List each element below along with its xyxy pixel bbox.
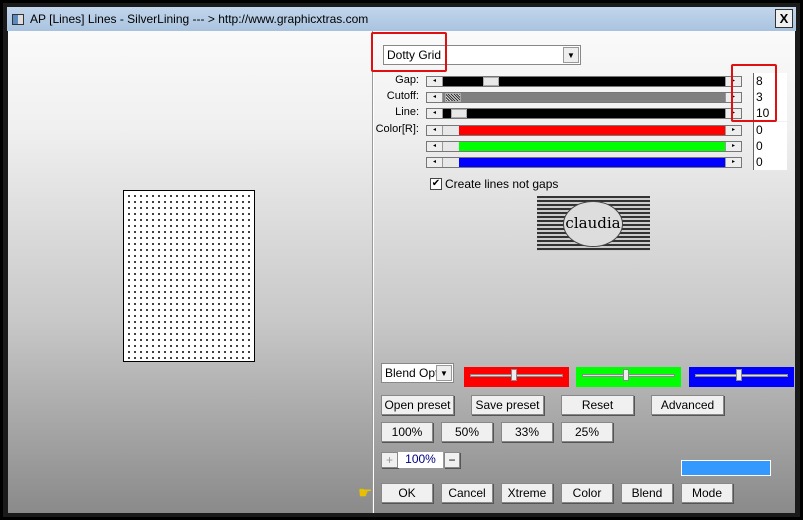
slider-value-input[interactable]: 0: [753, 121, 787, 138]
slider-fill: [443, 125, 725, 135]
zoom-100-button[interactable]: 100%: [381, 422, 433, 442]
slider-track[interactable]: ◂ ▸: [426, 108, 742, 120]
highlight-box: [371, 32, 447, 72]
slider-thumb[interactable]: [445, 93, 461, 103]
save-preset-button[interactable]: Save preset: [471, 395, 544, 415]
zoom-25-button[interactable]: 25%: [561, 422, 613, 442]
slider-label: Cutoff:: [386, 90, 419, 103]
arrow-left-icon[interactable]: ◂: [427, 125, 443, 135]
highlight-box: [731, 64, 777, 122]
blend-dropdown[interactable]: Blend Opti ▼: [381, 363, 454, 383]
slider-track[interactable]: ◂ ▸: [426, 92, 742, 104]
slider-label: Color[R]:: [375, 122, 419, 135]
slider-fill: [443, 77, 725, 86]
cancel-button[interactable]: Cancel: [441, 483, 493, 503]
slider-fill: [443, 93, 725, 103]
slider-track[interactable]: ◂ ▸: [426, 124, 742, 136]
slider-label: Gap:: [395, 74, 419, 86]
zoom-input[interactable]: 100%: [398, 452, 443, 468]
preview-image: [123, 190, 255, 362]
arrow-left-icon[interactable]: ◂: [427, 93, 443, 103]
slider-fill: [443, 141, 725, 151]
title-bar: AP [Lines] Lines - SilverLining --- > ht…: [7, 7, 796, 31]
arrow-right-icon[interactable]: ▸: [725, 158, 741, 167]
slider-value-input[interactable]: 0: [753, 154, 787, 170]
chevron-down-icon[interactable]: ▼: [436, 365, 452, 381]
arrow-left-icon[interactable]: ◂: [427, 158, 443, 167]
green-blend-slider[interactable]: [576, 367, 681, 387]
arrow-left-icon[interactable]: ◂: [427, 141, 443, 151]
slider-fill: [443, 109, 725, 119]
app-icon: [12, 13, 24, 25]
slider-track[interactable]: ◂ ▸: [426, 157, 742, 168]
open-preset-button[interactable]: Open preset: [381, 395, 454, 415]
ok-button[interactable]: OK: [381, 483, 433, 503]
close-button[interactable]: X: [775, 9, 793, 28]
slider-track[interactable]: ◂ ▸: [426, 76, 742, 87]
xtreme-button[interactable]: Xtreme: [501, 483, 553, 503]
arrow-left-icon[interactable]: ◂: [427, 109, 443, 119]
slider-thumb[interactable]: [483, 77, 499, 86]
divider: [372, 31, 374, 513]
color-button[interactable]: Color: [561, 483, 613, 503]
color-preview: [681, 460, 771, 476]
slider-label: Line:: [395, 106, 419, 119]
slider-thumb[interactable]: [451, 109, 467, 119]
chevron-down-icon[interactable]: ▼: [563, 47, 579, 63]
arrow-right-icon[interactable]: ▸: [725, 125, 741, 135]
slider-fill: [443, 158, 725, 167]
mode-button[interactable]: Mode: [681, 483, 733, 503]
zoom-50-button[interactable]: 50%: [441, 422, 493, 442]
blend-button[interactable]: Blend: [621, 483, 673, 503]
window-title: AP [Lines] Lines - SilverLining --- > ht…: [30, 12, 369, 26]
red-blend-slider[interactable]: [464, 367, 569, 387]
arrow-right-icon[interactable]: ▸: [725, 141, 741, 151]
create-lines-label: Create lines not gaps: [445, 177, 559, 191]
logo-image: claudia: [537, 196, 650, 251]
zoom-out-button[interactable]: −: [444, 452, 460, 468]
slider-track[interactable]: ◂ ▸: [426, 140, 742, 152]
reset-button[interactable]: Reset: [561, 395, 634, 415]
slider-value-input[interactable]: 0: [753, 137, 787, 154]
blue-blend-slider[interactable]: [689, 367, 794, 387]
pointing-hand-icon: ☛: [358, 485, 373, 502]
dialog-body: Dotty Grid ▼ Gap: ◂ ▸ 8 Cutoff: ◂ ▸ 3 Line: ◂ ▸ 10 C…: [8, 31, 795, 513]
arrow-left-icon[interactable]: ◂: [427, 77, 443, 86]
zoom-33-button[interactable]: 33%: [501, 422, 553, 442]
advanced-button[interactable]: Advanced: [651, 395, 724, 415]
zoom-in-button[interactable]: +: [381, 452, 398, 468]
blend-value: Blend Opti: [385, 366, 442, 380]
create-lines-checkbox[interactable]: ✔: [430, 178, 442, 190]
